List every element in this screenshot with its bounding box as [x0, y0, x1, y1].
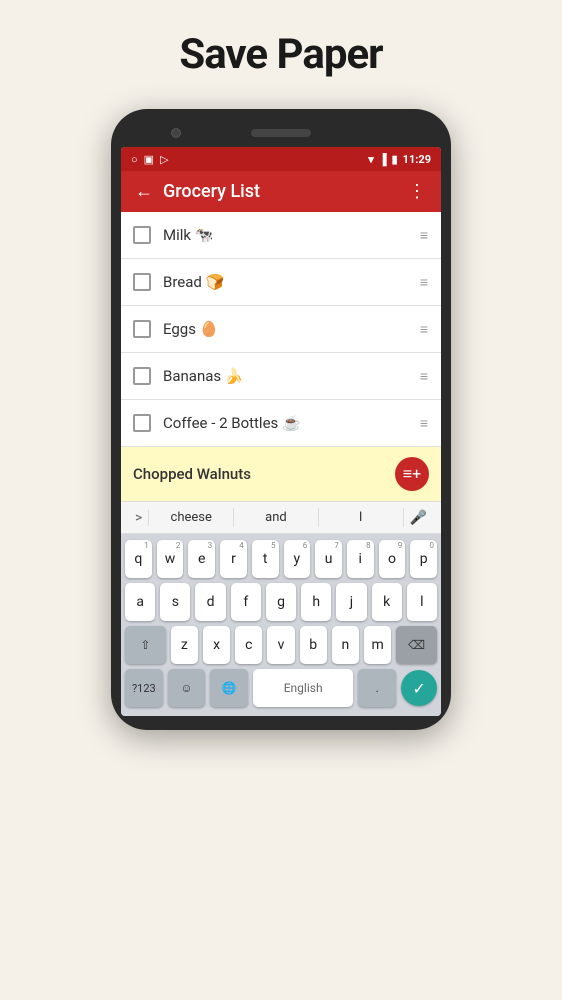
keyboard-row-4: ?123 ☺ 🌐 English . ✓ — [125, 669, 437, 707]
shift-key[interactable]: ⇧ — [125, 626, 166, 664]
item-text-2: Bread 🍞 — [163, 273, 420, 291]
space-key[interactable]: English — [253, 669, 353, 707]
keyboard: q1 w2 e3 r4 t5 y6 u7 i8 o9 p0 a s d f g … — [121, 534, 441, 716]
checkbox-5[interactable] — [133, 414, 151, 432]
key-z[interactable]: z — [171, 626, 198, 664]
checkbox-4[interactable] — [133, 367, 151, 385]
keyboard-row-3: ⇧ z x c v b n m ⌫ — [125, 626, 437, 664]
checkbox-3[interactable] — [133, 320, 151, 338]
suggestion-bar: > cheese and I 🎤 — [121, 501, 441, 534]
checkbox-1[interactable] — [133, 226, 151, 244]
key-j[interactable]: j — [336, 583, 366, 621]
page-title: Save Paper — [179, 30, 382, 79]
keyboard-row-2: a s d f g h j k l — [125, 583, 437, 621]
wifi-icon: ▾ — [368, 153, 374, 166]
key-b[interactable]: b — [300, 626, 327, 664]
key-u[interactable]: u7 — [315, 540, 342, 578]
item-text-4: Bananas 🍌 — [163, 367, 420, 385]
battery-icon: ▮ — [392, 153, 398, 166]
key-e[interactable]: e3 — [188, 540, 215, 578]
key-x[interactable]: x — [203, 626, 230, 664]
key-m[interactable]: m — [364, 626, 391, 664]
list-item: Bread 🍞 ≡ — [121, 259, 441, 306]
phone-speaker — [251, 129, 311, 137]
key-v[interactable]: v — [267, 626, 294, 664]
globe-key[interactable]: 🌐 — [210, 669, 248, 707]
key-p[interactable]: p0 — [410, 540, 437, 578]
phone-screen: ○ ▣ ▷ ▾ ▐ ▮ 11:29 ← Grocery List ⋮ Milk … — [121, 147, 441, 716]
item-text-5: Coffee - 2 Bottles ☕ — [163, 414, 420, 432]
key-y[interactable]: y6 — [284, 540, 311, 578]
key-w[interactable]: w2 — [157, 540, 184, 578]
numbers-key[interactable]: ?123 — [125, 669, 163, 707]
signal-icon: ▐ — [379, 153, 387, 166]
add-icon: ≡+ — [403, 464, 421, 484]
input-text[interactable]: Chopped Walnuts — [133, 465, 395, 483]
drag-handle-3[interactable]: ≡ — [420, 321, 429, 338]
time-display: 11:29 — [403, 153, 431, 166]
item-text-1: Milk 🐄 — [163, 226, 420, 244]
key-f[interactable]: f — [231, 583, 261, 621]
drag-handle-1[interactable]: ≡ — [420, 227, 429, 244]
add-item-button[interactable]: ≡+ — [395, 457, 429, 491]
key-q[interactable]: q1 — [125, 540, 152, 578]
key-h[interactable]: h — [301, 583, 331, 621]
status-left: ○ ▣ ▷ — [131, 153, 169, 166]
sim-icon: ▣ — [144, 153, 154, 166]
list-item: Eggs 🥚 ≡ — [121, 306, 441, 353]
enter-key[interactable]: ✓ — [401, 670, 437, 706]
suggestion-and[interactable]: and — [234, 508, 319, 527]
app-bar: ← Grocery List ⋮ — [121, 171, 441, 212]
suggestion-cheese[interactable]: cheese — [149, 508, 234, 527]
drag-handle-4[interactable]: ≡ — [420, 368, 429, 385]
period-key[interactable]: . — [358, 669, 396, 707]
list-item: Coffee - 2 Bottles ☕ ≡ — [121, 400, 441, 447]
key-k[interactable]: k — [372, 583, 402, 621]
list-item: Milk 🐄 ≡ — [121, 212, 441, 259]
list-item: Bananas 🍌 ≡ — [121, 353, 441, 400]
suggestion-chevron[interactable]: > — [129, 510, 149, 526]
key-o[interactable]: o9 — [379, 540, 406, 578]
status-bar: ○ ▣ ▷ ▾ ▐ ▮ 11:29 — [121, 147, 441, 171]
item-text-3: Eggs 🥚 — [163, 320, 420, 338]
key-d[interactable]: d — [195, 583, 225, 621]
key-a[interactable]: a — [125, 583, 155, 621]
play-icon: ▷ — [160, 153, 168, 166]
drag-handle-5[interactable]: ≡ — [420, 415, 429, 432]
menu-button[interactable]: ⋮ — [408, 181, 427, 202]
app-title: Grocery List — [163, 181, 398, 202]
key-c[interactable]: c — [235, 626, 262, 664]
input-row: Chopped Walnuts ≡+ — [121, 447, 441, 501]
circle-icon: ○ — [131, 153, 138, 166]
mic-icon[interactable]: 🎤 — [404, 510, 433, 526]
key-r[interactable]: r4 — [220, 540, 247, 578]
back-button[interactable]: ← — [135, 181, 153, 202]
checkbox-2[interactable] — [133, 273, 151, 291]
phone-camera — [171, 128, 181, 138]
key-s[interactable]: s — [160, 583, 190, 621]
suggestion-i[interactable]: I — [319, 508, 404, 527]
phone-top-bar — [121, 123, 441, 147]
backspace-key[interactable]: ⌫ — [396, 626, 437, 664]
key-l[interactable]: l — [407, 583, 437, 621]
key-t[interactable]: t5 — [252, 540, 279, 578]
key-n[interactable]: n — [332, 626, 359, 664]
keyboard-row-1: q1 w2 e3 r4 t5 y6 u7 i8 o9 p0 — [125, 540, 437, 578]
emoji-key[interactable]: ☺ — [168, 669, 206, 707]
key-i[interactable]: i8 — [347, 540, 374, 578]
phone-frame: ○ ▣ ▷ ▾ ▐ ▮ 11:29 ← Grocery List ⋮ Milk … — [111, 109, 451, 730]
key-g[interactable]: g — [266, 583, 296, 621]
drag-handle-2[interactable]: ≡ — [420, 274, 429, 291]
status-right: ▾ ▐ ▮ 11:29 — [368, 153, 431, 166]
